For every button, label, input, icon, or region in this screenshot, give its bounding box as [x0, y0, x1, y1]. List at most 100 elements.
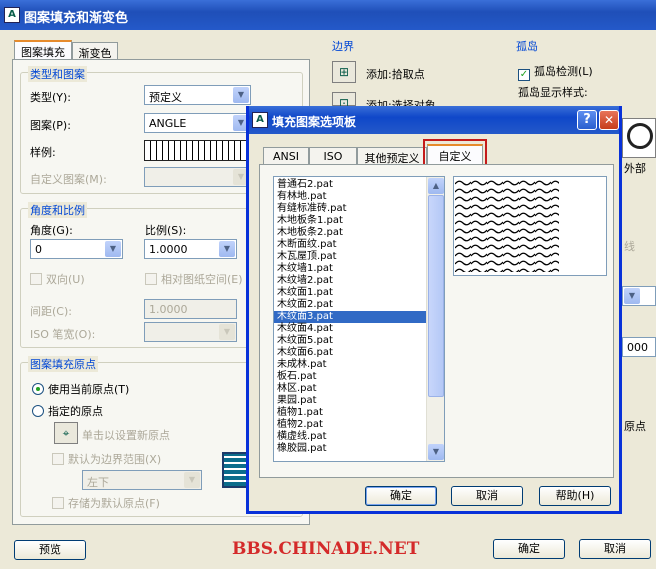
- island-detect-checkbox[interactable]: ✓ 孤岛检测(L): [518, 63, 593, 81]
- chevron-down-icon: ▼: [219, 324, 235, 340]
- pattern-file-item[interactable]: 有缝标准砖.pat: [274, 203, 426, 215]
- pattern-file-item[interactable]: 林区.pat: [274, 383, 426, 395]
- pattern-file-item[interactable]: 果园.pat: [274, 395, 426, 407]
- hatch-palette-dialog: A 填充图案选项板 ? ✕ ANSI ISO 其他预定义 自定义 普通石2.pa…: [246, 106, 622, 514]
- pick-point-icon: ⌖: [62, 426, 70, 440]
- click-set-origin-label: 单击以设置新原点: [82, 429, 170, 442]
- main-cancel-button[interactable]: 取消: [579, 539, 651, 559]
- pattern-file-item[interactable]: 植物1.pat: [274, 407, 426, 419]
- tab-iso[interactable]: ISO: [309, 147, 357, 164]
- iso-pen-select[interactable]: ▼: [144, 322, 237, 342]
- pattern-file-item[interactable]: 木断面纹.pat: [274, 239, 426, 251]
- pattern-file-item[interactable]: 木纹面2.pat: [274, 299, 426, 311]
- type-select-value: 预定义: [149, 91, 182, 104]
- palette-help-label: 帮助(H): [555, 489, 595, 502]
- pattern-file-item[interactable]: 木纹面1.pat: [274, 287, 426, 299]
- angle-select[interactable]: 0 ▼: [30, 239, 123, 259]
- close-icon: ✕: [603, 113, 615, 127]
- island-detect-label: 孤岛检测(L): [534, 65, 593, 78]
- pattern-file-item[interactable]: 未成林.pat: [274, 359, 426, 371]
- checkbox-box: ✓: [518, 69, 530, 81]
- default-extent-checkbox[interactable]: 默认为边界范围(X): [52, 451, 161, 467]
- tab-other-predefined[interactable]: 其他预定义: [357, 147, 427, 165]
- right-partial-select[interactable]: ▼: [622, 286, 656, 306]
- line-partial-label: 线: [624, 240, 635, 253]
- pattern-file-item[interactable]: 木纹面5.pat: [274, 335, 426, 347]
- angle-scale-group-label: 角度和比例: [28, 202, 87, 218]
- pattern-file-item[interactable]: 木纹墙1.pat: [274, 263, 426, 275]
- help-title-button[interactable]: ?: [577, 110, 597, 130]
- island-style-preview[interactable]: [622, 118, 656, 158]
- scale-select[interactable]: 1.0000 ▼: [144, 239, 237, 259]
- add-select-objects-button[interactable]: ⊡: [332, 92, 356, 110]
- specified-origin-radio[interactable]: 指定的原点: [32, 403, 103, 419]
- iso-pen-label: ISO 笔宽(O):: [30, 328, 96, 341]
- add-pick-point-label: 添加:拾取点: [366, 68, 425, 81]
- use-current-origin-radio[interactable]: 使用当前原点(T): [32, 381, 129, 397]
- pattern-file-item[interactable]: 木地板条1.pat: [274, 215, 426, 227]
- pattern-file-item[interactable]: 植物2.pat: [274, 419, 426, 431]
- origin-position-value: 左下: [87, 476, 109, 489]
- palette-cancel-button[interactable]: 取消: [451, 486, 523, 506]
- palette-ok-label: 确定: [390, 489, 412, 502]
- pattern-select[interactable]: ANGLE ▼: [144, 113, 251, 133]
- scroll-down-icon[interactable]: ▼: [428, 444, 444, 460]
- close-title-button[interactable]: ✕: [599, 110, 619, 130]
- tab-hatch-label: 图案填充: [21, 46, 65, 59]
- island-shape-icon: [627, 123, 653, 149]
- custom-pattern-select[interactable]: ▼: [144, 167, 251, 187]
- tab-iso-label: ISO: [323, 150, 343, 163]
- pattern-preview-box: [453, 176, 607, 276]
- double-label: 双向(U): [46, 273, 85, 286]
- pattern-file-item[interactable]: 木纹面4.pat: [274, 323, 426, 335]
- pattern-file-item[interactable]: 木纹面3.pat: [274, 311, 426, 323]
- palette-titlebar[interactable]: A 填充图案选项板 ? ✕: [249, 106, 619, 134]
- palette-help-button[interactable]: 帮助(H): [539, 486, 611, 506]
- palette-cancel-label: 取消: [476, 489, 498, 502]
- tab-gradient[interactable]: 渐变色: [72, 42, 118, 60]
- type-select[interactable]: 预定义 ▼: [144, 85, 251, 105]
- tab-ansi[interactable]: ANSI: [263, 147, 309, 164]
- scroll-up-icon[interactable]: ▲: [428, 178, 444, 194]
- swatch-label: 样例:: [30, 146, 56, 159]
- checkbox-box: [30, 273, 42, 285]
- main-titlebar[interactable]: A 图案填充和渐变色: [0, 0, 656, 30]
- radio-dot: [32, 405, 44, 417]
- origin-preview-icon: [222, 452, 248, 488]
- origin-position-select[interactable]: 左下 ▼: [82, 470, 202, 490]
- double-checkbox[interactable]: 双向(U): [30, 271, 85, 287]
- palette-ok-button[interactable]: 确定: [365, 486, 437, 506]
- pattern-select-value: ANGLE: [149, 117, 187, 130]
- pattern-file-item[interactable]: 木瓦屋顶.pat: [274, 251, 426, 263]
- preview-button-label: 预览: [39, 543, 61, 556]
- list-scrollbar[interactable]: ▲ ▼: [426, 177, 444, 461]
- boundary-group-label: 边界: [330, 38, 356, 54]
- relative-label: 相对图纸空间(E): [161, 273, 243, 286]
- autocad-app-icon: A: [4, 7, 20, 23]
- pattern-file-item[interactable]: 木纹墙2.pat: [274, 275, 426, 287]
- origin-partial-label: 原点: [624, 420, 646, 433]
- pattern-file-item[interactable]: 橡胶园.pat: [274, 443, 426, 455]
- type-pattern-group-label: 类型和图案: [28, 66, 87, 82]
- spacing-input[interactable]: 1.0000: [144, 299, 237, 319]
- preview-button[interactable]: 预览: [14, 540, 86, 560]
- pattern-file-item[interactable]: 有林地.pat: [274, 191, 426, 203]
- pattern-swatch[interactable]: [144, 140, 251, 161]
- tab-hatch[interactable]: 图案填充: [14, 40, 72, 60]
- tolerance-input[interactable]: 000: [622, 337, 656, 357]
- wood-grain-pattern-icon: [455, 178, 559, 272]
- main-ok-button[interactable]: 确定: [493, 539, 565, 559]
- spacing-value: 1.0000: [149, 303, 188, 316]
- use-current-label: 使用当前原点(T): [48, 383, 130, 396]
- set-origin-button[interactable]: ⌖: [54, 422, 78, 444]
- pattern-file-list[interactable]: 普通石2.pat 有林地.pat 有缝标准砖.pat 木地板条1.pat 木地板条2.p…: [273, 176, 445, 462]
- pattern-file-item[interactable]: 木地板条2.pat: [274, 227, 426, 239]
- store-default-checkbox[interactable]: 存储为默认原点(F): [52, 495, 160, 511]
- pattern-file-item[interactable]: 普通石2.pat: [274, 179, 426, 191]
- pattern-file-item[interactable]: 木纹面6.pat: [274, 347, 426, 359]
- scroll-thumb[interactable]: [428, 195, 444, 397]
- pattern-file-item[interactable]: 板石.pat: [274, 371, 426, 383]
- pattern-file-item[interactable]: 横虚线.pat: [274, 431, 426, 443]
- add-pick-point-button[interactable]: ⊞: [332, 61, 356, 83]
- relative-paper-checkbox[interactable]: 相对图纸空间(E): [145, 271, 243, 287]
